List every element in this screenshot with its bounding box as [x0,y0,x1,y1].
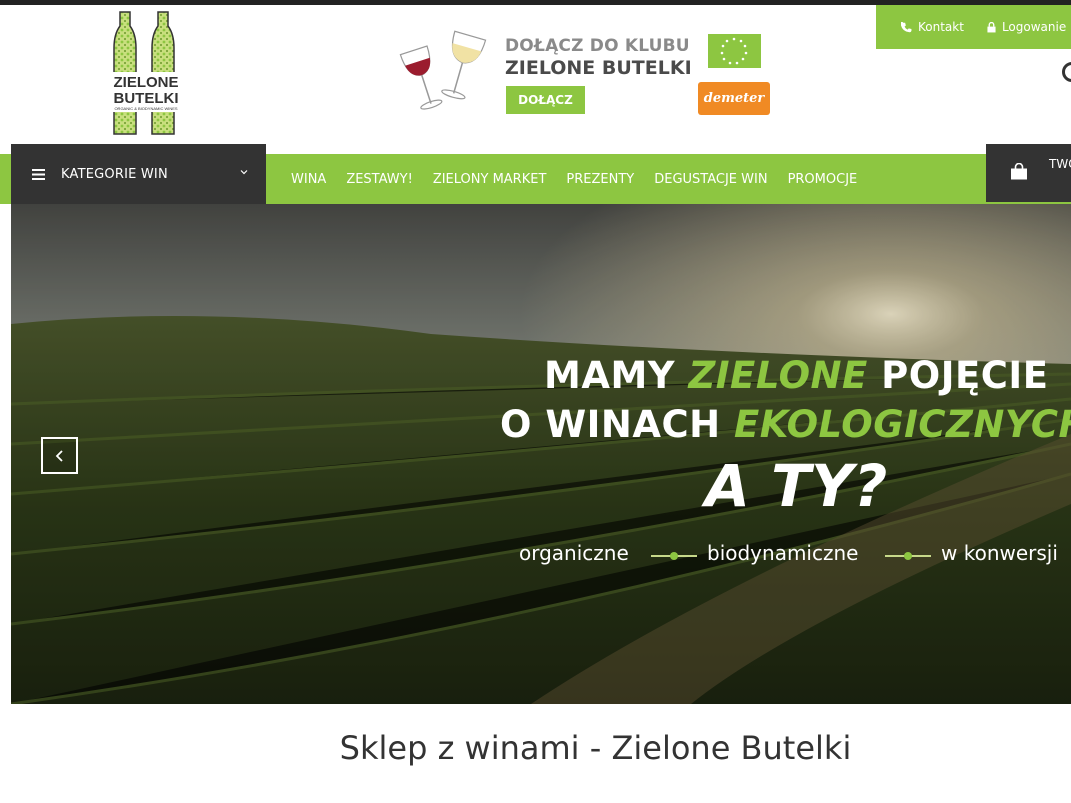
lock-icon [987,21,996,32]
cart-label: TWÓJ [1049,157,1071,171]
cart-button[interactable]: TWÓJ [986,144,1071,202]
categories-label: KATEGORIE WIN [61,166,168,182]
slider-prev-button[interactable] [41,437,78,474]
demeter-badge: demeter [698,82,770,115]
hero-slider[interactable]: MAMY ZIELONE POJĘCIE O WINACH EKOLOGICZN… [11,204,1071,704]
main-nav: WINA ZESTAWY! ZIELONY MARKET PREZENTY DE… [281,154,867,204]
login-label: Logowanie [1001,20,1067,34]
hero-line-3: A TY? [705,452,888,520]
nav-item-prezenty[interactable]: PREZENTY [556,172,644,187]
banner-title-1: DOŁĄCZ DO KLUBU [505,36,690,56]
search-icon[interactable] [1062,62,1071,82]
hamburger-icon [32,168,45,180]
separator [885,552,931,560]
shopping-bag-icon [1011,163,1027,180]
account-bar: Kontakt Logowanie [876,5,1071,49]
categories-dropdown[interactable]: KATEGORIE WIN [11,144,266,204]
contact-label: Kontakt [918,20,964,34]
club-banner[interactable]: DOŁĄCZ DO KLUBU ZIELONE BUTELKI DOŁĄCZ d… [388,20,778,122]
logo-tagline: ORGANIC & BIODYNAMIC WINES [114,106,177,111]
nav-item-zielony-market[interactable]: ZIELONY MARKET [423,172,557,187]
contact-link[interactable]: Kontakt [901,20,964,34]
page-title: Sklep z winami - Zielone Butelki [339,729,852,767]
separator [651,552,697,560]
hero-line-2: O WINACH EKOLOGICZNYCH [500,403,1071,446]
hero-tag-biodynamic: biodynamiczne [707,541,859,565]
wine-glasses-icon [399,30,487,110]
hero-line-1: MAMY ZIELONE POJĘCIE [544,354,1049,397]
phone-icon [901,21,912,32]
nav-item-promocje[interactable]: PROMOCJE [778,172,868,187]
hero-tag-organic: organiczne [519,541,629,565]
hero-caption: MAMY ZIELONE POJĘCIE O WINACH EKOLOGICZN… [11,204,1071,704]
login-link[interactable]: Logowanie [987,20,1066,34]
banner-title-2: ZIELONE BUTELKI [505,57,692,79]
logo-line1: ZIELONE [113,74,178,91]
nav-item-zestawy[interactable]: ZESTAWY! [336,172,423,187]
logo-line2: BUTELKI [114,90,179,107]
hero-tag-conversion: w konwersji [941,541,1058,565]
chevron-down-icon [240,170,248,175]
nav-item-wina[interactable]: WINA [281,172,336,187]
site-logo[interactable]: ZIELONE BUTELKI ORGANIC & BIODYNAMIC WIN… [108,10,184,138]
join-club-button[interactable]: DOŁĄCZ [506,86,585,114]
eu-organic-leaf-icon [708,34,761,68]
chevron-left-icon [55,449,63,462]
nav-item-degustacje[interactable]: DEGUSTACJE WIN [644,172,777,187]
